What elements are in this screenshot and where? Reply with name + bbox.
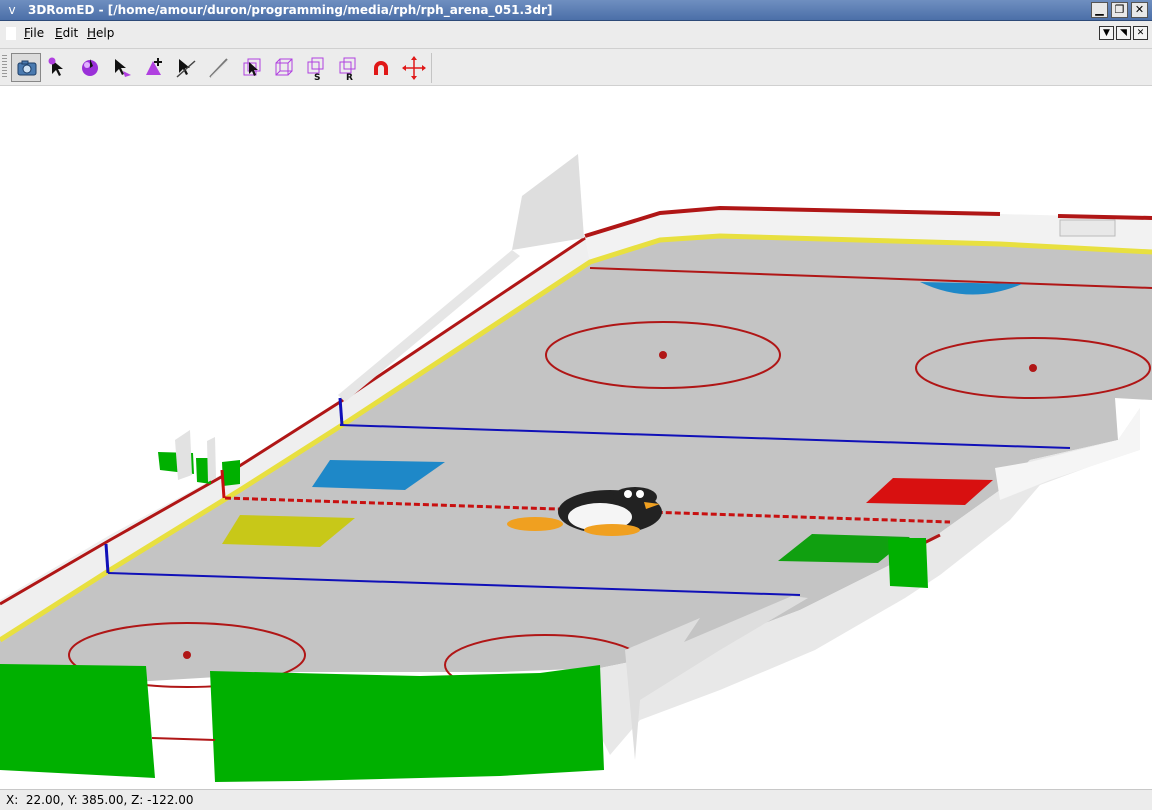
select-sphere-tool-button[interactable]	[75, 53, 105, 82]
menu-help-label: elp	[96, 26, 115, 40]
select-vertex-icon	[48, 57, 63, 76]
select-box-icon	[243, 58, 261, 76]
line-tool-button[interactable]	[203, 53, 233, 82]
rotate-box-tool-button[interactable]: R	[333, 53, 363, 82]
move-arrows-icon	[402, 56, 426, 80]
box-tool-button[interactable]	[269, 53, 299, 82]
maximize-button[interactable]: ❐	[1111, 2, 1128, 18]
line-icon	[209, 58, 229, 78]
camera-icon	[17, 60, 37, 76]
green-block-right	[888, 538, 928, 588]
move-tool-button[interactable]	[399, 53, 429, 82]
select-face-icon	[115, 59, 131, 77]
add-face-tool-button[interactable]	[139, 53, 169, 82]
scale-box-icon: S	[307, 57, 324, 82]
pick-edge-icon	[176, 59, 196, 78]
center-line-post	[220, 469, 226, 499]
menu-edit-mnemonic: E	[55, 26, 63, 40]
select-vertex-tool-button[interactable]	[43, 53, 73, 82]
mdi-restore-button[interactable]: ◥	[1116, 26, 1131, 40]
window-title: 3DRomED - [/home/amour/duron/programming…	[28, 3, 553, 17]
pick-edge-tool-button[interactable]	[171, 53, 201, 82]
glass-post-2	[207, 437, 216, 482]
statusbar: X: 22.00, Y: 385.00, Z: -122.00	[0, 789, 1152, 810]
scale-letter: S	[314, 73, 320, 82]
magnet-tool-button[interactable]	[366, 53, 396, 82]
window-titlebar: v 3DRomED - [/home/amour/duron/programmi…	[0, 0, 1152, 21]
glass-post-1	[175, 430, 192, 480]
menu-edit[interactable]: Edit	[55, 26, 78, 40]
close-button[interactable]: ✕	[1131, 2, 1148, 18]
mdi-menu-button[interactable]: ▼	[1099, 26, 1114, 40]
menu-edit-label: dit	[62, 26, 79, 40]
box-icon	[275, 58, 293, 76]
menu-help[interactable]: Help	[87, 26, 114, 40]
glass-panel-back-left	[512, 154, 584, 250]
toolbar-separator	[431, 53, 432, 83]
green-block-near-right	[210, 665, 604, 782]
toolbar-grip[interactable]	[2, 55, 7, 79]
camera-tool-button[interactable]	[11, 53, 41, 82]
select-box-tool-button[interactable]	[237, 53, 267, 82]
rotate-letter: R	[346, 73, 353, 82]
magnet-icon	[374, 61, 388, 75]
menu-help-mnemonic: H	[87, 26, 97, 40]
green-block-near-left	[0, 664, 155, 778]
back-board-top-rail-right	[1057, 214, 1152, 220]
select-face-tool-button[interactable]	[107, 53, 137, 82]
faceoff-dot-near-left	[183, 651, 191, 659]
toolbar: S R	[0, 48, 1152, 86]
cursor-coordinates: X: 22.00, Y: 385.00, Z: -122.00	[6, 793, 194, 807]
menu-file-label: ile	[30, 26, 45, 40]
minimize-button[interactable]: ▁	[1091, 2, 1108, 18]
faceoff-dot-far-right	[1029, 364, 1037, 372]
faceoff-dot-far-left	[659, 351, 667, 359]
blue-line-near-post	[104, 543, 110, 574]
back-board-sign	[1059, 219, 1116, 237]
menubar-handle[interactable]	[6, 27, 16, 40]
mdi-controls: ▼ ◥ ✕	[1099, 26, 1148, 40]
select-sphere-icon	[82, 59, 98, 76]
green-block-left-3	[222, 460, 240, 486]
mdi-close-button[interactable]: ✕	[1133, 26, 1148, 40]
3d-viewport[interactable]	[0, 86, 1152, 789]
arena-scene[interactable]	[0, 86, 1152, 789]
near-goal-line	[151, 737, 216, 741]
add-face-icon	[146, 58, 162, 75]
window-controls: ▁ ❐ ✕	[1091, 2, 1148, 18]
window-menu-button[interactable]: v	[4, 2, 20, 18]
scale-box-tool-button[interactable]: S	[301, 53, 331, 82]
menu-file[interactable]: File	[24, 26, 44, 40]
rotate-box-icon: R	[339, 57, 356, 82]
menubar: File Edit Help ▼ ◥ ✕	[0, 22, 1152, 45]
blue-line-far-post	[338, 397, 344, 426]
